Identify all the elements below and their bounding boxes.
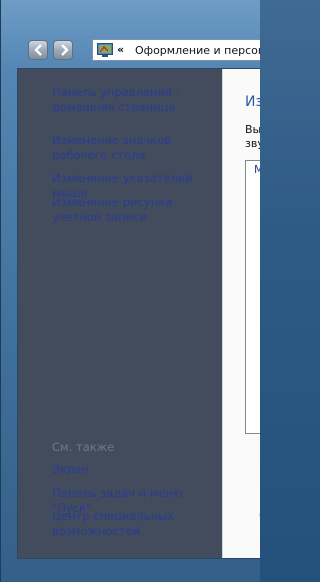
forward-button[interactable] bbox=[53, 40, 73, 60]
bottom-link-2[interactable]: Г bbox=[259, 527, 260, 540]
page-description: Вы зву bbox=[245, 123, 260, 151]
breadcrumb-path[interactable]: Оформление и персонализация bbox=[135, 44, 260, 57]
link-ease-of-access-center[interactable]: Центр специальных возможностей bbox=[52, 509, 220, 539]
control-panel-icon bbox=[97, 43, 113, 57]
page-title: Из bbox=[245, 94, 260, 110]
arrow-left-icon bbox=[34, 44, 42, 56]
address-bar[interactable]: « Оформление и персонализация bbox=[92, 39, 260, 61]
tasks-pane: Панель управления - домашняя страница Из… bbox=[18, 69, 222, 558]
content-area: Панель управления - домашняя страница Из… bbox=[17, 68, 260, 559]
description-line-2: зву bbox=[245, 137, 260, 150]
theme-list[interactable]: М bbox=[245, 160, 260, 434]
bottom-link-1[interactable]: С bbox=[259, 509, 260, 522]
navigation-bar: « Оформление и персонализация bbox=[1, 36, 260, 66]
arrow-right-icon bbox=[61, 44, 69, 56]
title-bar[interactable] bbox=[1, 0, 260, 34]
link-control-panel-home[interactable]: Панель управления - домашняя страница bbox=[52, 85, 220, 115]
explorer-window: « Оформление и персонализация Панель упр… bbox=[0, 0, 260, 582]
description-line-1: Вы bbox=[245, 123, 260, 136]
link-display[interactable]: Экран bbox=[52, 462, 220, 477]
see-also-heading: См. также bbox=[52, 440, 115, 454]
list-item[interactable]: М bbox=[254, 163, 260, 176]
back-button[interactable] bbox=[28, 40, 48, 60]
breadcrumb-separator[interactable]: « bbox=[117, 43, 124, 56]
link-change-account-picture[interactable]: Изменение рисунка учетной записи bbox=[52, 195, 220, 225]
link-change-desktop-icons[interactable]: Изменение значков рабочего стола bbox=[52, 133, 220, 163]
main-pane: Из Вы зву М С Г bbox=[222, 69, 260, 558]
